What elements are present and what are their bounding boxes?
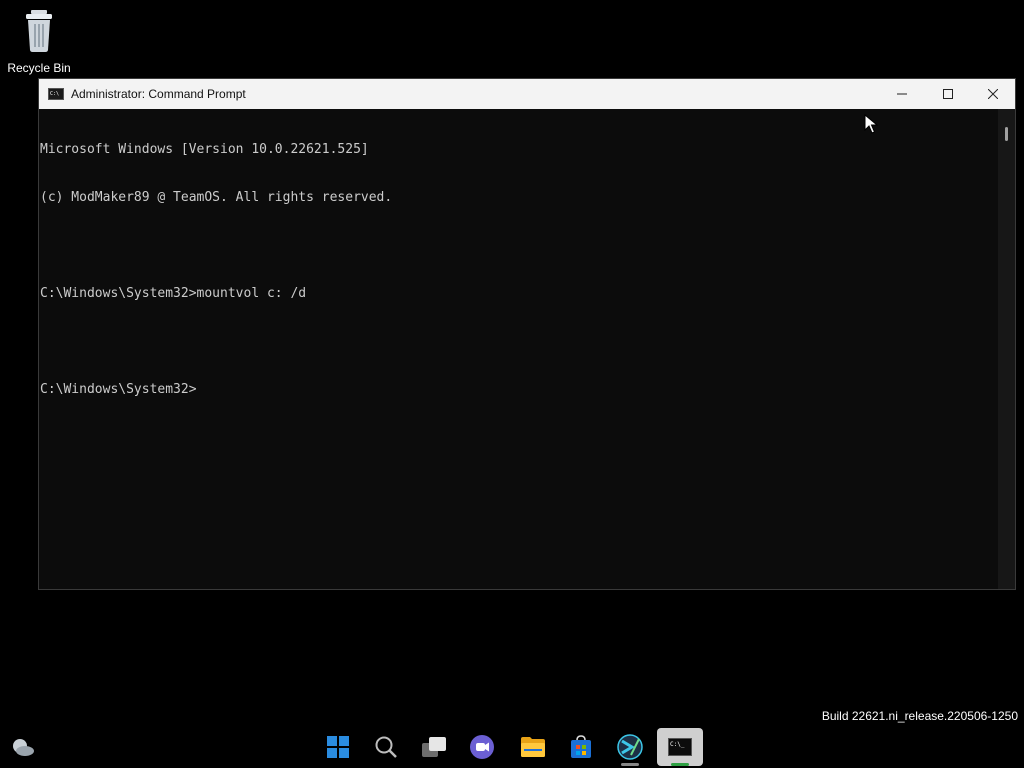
chat-icon [470,735,494,759]
svg-text:C:\: C:\ [50,91,59,97]
search-button[interactable] [363,728,409,766]
svg-text:C:\_: C:\_ [670,741,685,748]
console-line: C:\Windows\System32>mountvol c: /d [40,286,307,301]
command-prompt-button[interactable]: C:\_ [657,728,703,766]
command-prompt-window[interactable]: C:\ Administrator: Command Prompt Micros… [38,78,1016,590]
mouse-cursor-icon [864,114,879,134]
minimize-button[interactable] [879,79,925,109]
app-button[interactable] [607,728,653,766]
console-output[interactable]: Microsoft Windows [Version 10.0.22621.52… [39,109,999,589]
weather-icon[interactable] [10,736,36,758]
active-indicator [671,763,689,766]
task-view-button[interactable] [411,728,457,766]
search-icon [375,736,397,758]
window-titlebar[interactable]: C:\ Administrator: Command Prompt [39,79,1015,109]
store-button[interactable] [558,728,604,766]
console-line: Microsoft Windows [Version 10.0.22621.52… [40,142,369,157]
recycle-bin-shortcut[interactable]: Recycle Bin [6,8,72,75]
console-line: (c) ModMaker89 @ TeamOS. All rights rese… [40,190,393,205]
app-icon [617,734,643,760]
console-prompt: C:\Windows\System32> [40,382,197,397]
running-indicator [621,763,639,766]
window-title: Administrator: Command Prompt [71,87,246,101]
recycle-bin-label: Recycle Bin [7,61,71,75]
folder-icon [521,737,545,757]
windows-logo-icon [327,736,349,758]
recycle-bin-icon [26,10,52,52]
task-view-icon [422,737,446,757]
vertical-scrollbar[interactable] [998,109,1015,589]
cmd-icon: C:\_ [668,738,692,756]
cmd-icon: C:\ [48,88,64,100]
chat-button[interactable] [459,728,505,766]
file-explorer-button[interactable] [510,728,556,766]
maximize-button[interactable] [925,79,971,109]
start-button[interactable] [315,728,361,766]
build-watermark: Build 22621.ni_release.220506-1250 [821,709,1018,723]
scrollbar-thumb[interactable] [1005,127,1008,141]
close-button[interactable] [970,79,1016,109]
close-icon [988,89,998,99]
taskbar: C:\_ [0,724,1024,768]
minimize-icon [897,93,907,95]
store-icon [571,735,591,758]
maximize-icon [943,89,953,99]
